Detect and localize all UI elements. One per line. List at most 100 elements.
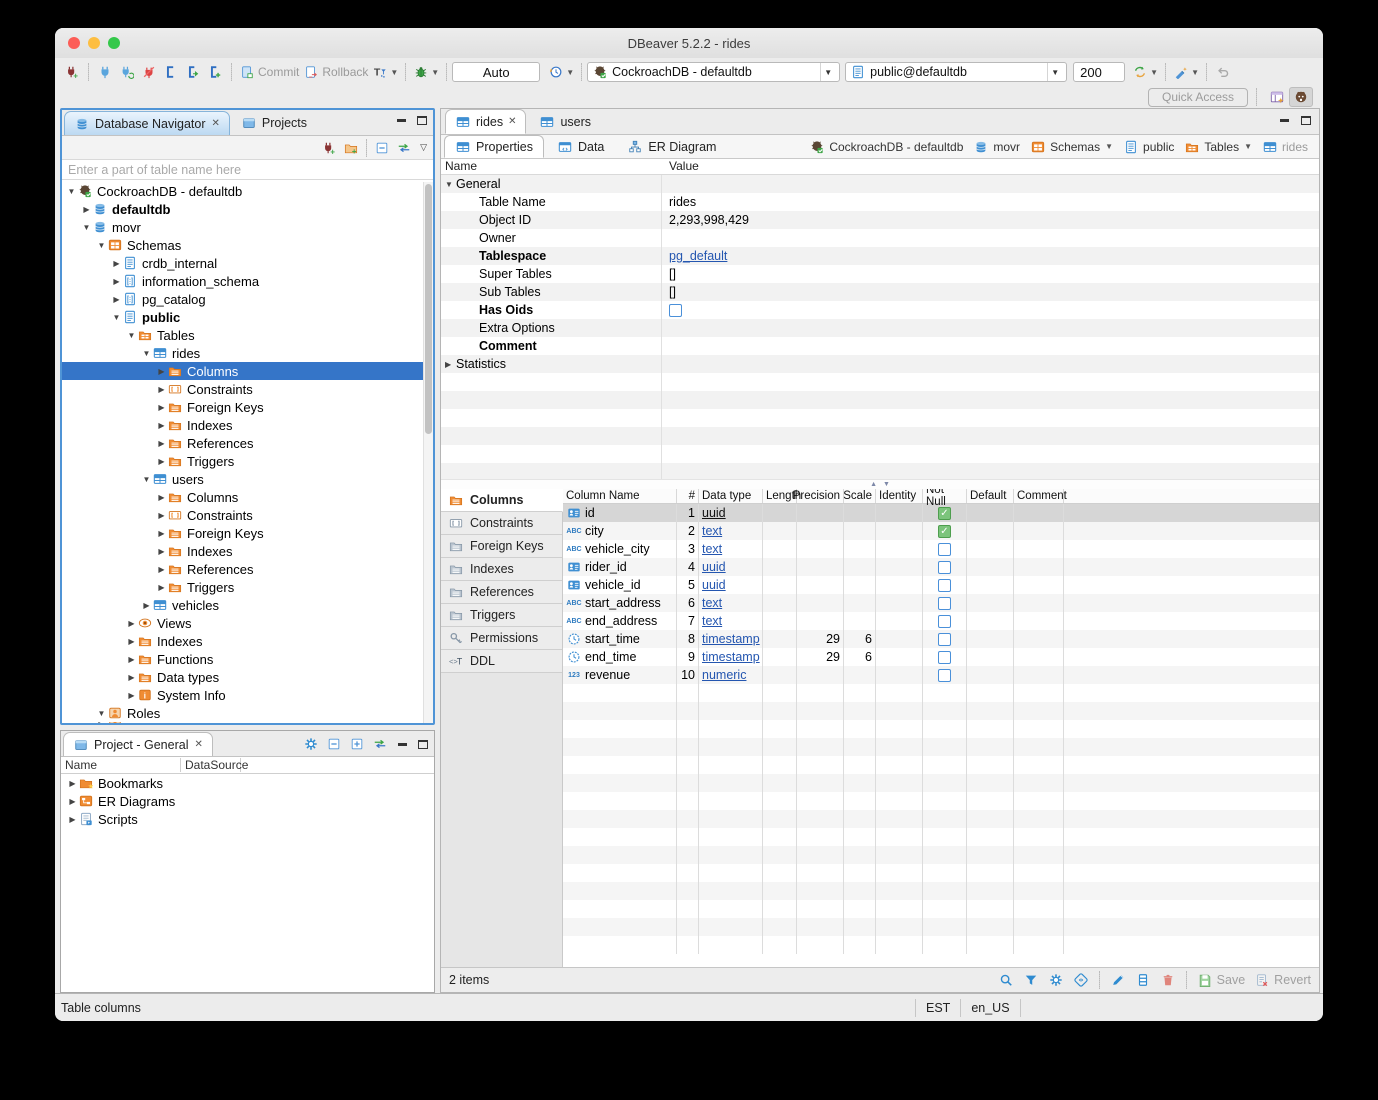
column-header-not-null[interactable]: Not Null [923,489,967,503]
sidebar-tab-permissions[interactable]: Permissions [441,627,562,650]
property-row-tablespace[interactable]: Tablespace pg_default [441,247,1319,265]
tree-item-system-info[interactable]: ▶ iSystem Info [62,686,433,704]
property-row-owner[interactable]: Owner [441,229,1319,247]
project-item-bookmarks[interactable]: ▶★Bookmarks [61,774,434,792]
column-header-identity[interactable]: Identity [876,489,923,503]
expand-arrow-icon[interactable]: ▶ [156,439,167,448]
expand-arrow-icon[interactable]: ▶ [81,205,92,214]
search-icon[interactable] [998,972,1014,988]
tree-item-users[interactable]: ▼ users [62,470,433,488]
tree-item-functions[interactable]: ▶ Functions [62,650,433,668]
locale-indicator[interactable]: en_US [961,999,1020,1017]
tree-item-vehicles[interactable]: ▶ vehicles [62,596,433,614]
tree-item-views[interactable]: ▶ Views [62,614,433,632]
expand-arrow-icon[interactable]: ▶ [445,360,456,369]
expand-arrow-icon[interactable]: ▶ [156,385,167,394]
delete-icon[interactable] [1160,972,1176,988]
not-null-checkbox[interactable] [938,561,951,574]
expand-arrow-icon[interactable]: ▶ [111,277,122,286]
magic-pencil-button[interactable]: ▼ [1171,61,1201,83]
filter-icon[interactable] [1023,972,1039,988]
property-row-statistics[interactable]: ▶Statistics [441,355,1319,373]
column-header-comment[interactable]: Comment [1014,489,1064,503]
data-type-link[interactable]: text [702,524,722,538]
connect-button[interactable] [94,61,116,83]
column-row-end_time[interactable]: end_time 9 timestamp 29 6 [563,648,1319,666]
column-row-start_time[interactable]: start_time 8 timestamp 29 6 [563,630,1319,648]
tree-item-triggers[interactable]: ▶ Triggers [62,578,433,596]
rollback-button[interactable]: Rollback [301,61,370,83]
history-button[interactable]: ▼ [546,61,576,83]
new-connection-button[interactable]: + [61,61,83,83]
fetch-size-input[interactable]: 200 [1073,62,1125,82]
not-null-checkbox[interactable] [938,615,951,628]
navigator-scrollbar[interactable] [423,182,433,723]
undo-button[interactable] [1212,61,1234,83]
property-row-sub-tables[interactable]: Sub Tables [] [441,283,1319,301]
expand-arrow-icon[interactable]: ▶ [156,367,167,376]
invalidate-connection-button[interactable] [116,61,138,83]
link-editor-icon[interactable] [396,140,412,156]
column-row-vehicle_id[interactable]: vehicle_id 5 uuid [563,576,1319,594]
tree-item-foreign-keys[interactable]: ▶ Foreign Keys [62,398,433,416]
project-item-er-diagrams[interactable]: ▶ER Diagrams [61,792,434,810]
not-null-checkbox[interactable] [938,543,951,556]
tree-item-triggers[interactable]: ▶ Triggers [62,452,433,470]
tree-item-references[interactable]: ▶ References [62,560,433,578]
breadcrumb-cockroachdb-defaultdb[interactable]: CockroachDB - defaultdb [806,139,966,155]
column-row-rider_id[interactable]: rider_id 4 uuid [563,558,1319,576]
table-filter-input[interactable]: Enter a part of table name here [62,160,433,180]
tree-item-public[interactable]: ▼ public [62,308,433,326]
link-editor-icon[interactable] [372,736,388,752]
editor-tab-users[interactable]: users [530,109,600,134]
data-type-link[interactable]: timestamp [702,632,760,646]
new-transaction-button[interactable] [182,61,204,83]
not-null-checkbox[interactable] [938,669,951,682]
collapse-all-icon[interactable] [374,140,390,156]
tab-project-general[interactable]: Project - General ✕ [63,732,213,756]
not-null-checkbox[interactable] [938,651,951,664]
tree-item-columns[interactable]: ▶ Columns [62,488,433,506]
data-type-link[interactable]: uuid [702,560,726,574]
breadcrumb-public[interactable]: public [1120,139,1177,155]
breadcrumb-tables[interactable]: Tables▼ [1181,139,1255,155]
tree-item-tables[interactable]: ▼ Tables [62,326,433,344]
sidebar-tab-constraints[interactable]: Constraints [441,512,562,535]
view-menu-icon[interactable]: ▽ [420,142,427,153]
expand-arrow-icon[interactable]: ▶ [126,673,137,682]
data-type-link[interactable]: numeric [702,668,746,682]
column-row-id[interactable]: id 1 uuid ✓ [563,504,1319,522]
expand-arrow-icon[interactable]: ▶ [126,619,137,628]
connection-combo[interactable]: CockroachDB - defaultdb ▼ [587,62,840,82]
schema-combo[interactable]: public@defaultdb ▼ [845,62,1067,82]
edit-icon[interactable] [1110,972,1126,988]
minimize-panel-icon[interactable] [395,739,409,750]
collapse-arrow-icon[interactable]: ▼ [141,349,152,358]
pane-splitter[interactable]: ▲▼ [441,479,1319,489]
close-tab-icon[interactable]: ✕ [508,116,516,127]
sidebar-tab-columns[interactable]: Columns [441,489,563,512]
editor-tab-rides[interactable]: rides✕ [445,109,526,134]
refresh-button[interactable]: ▼ [1130,61,1160,83]
close-tab-icon[interactable]: ✕ [211,118,219,129]
dbeaver-perspective-button[interactable] [1289,87,1313,107]
debug-button[interactable]: ▼ [411,61,441,83]
column-header-data-type[interactable]: Data type [699,489,763,503]
project-col-name[interactable]: Name [61,758,181,772]
expand-arrow-icon[interactable]: ▶ [67,797,78,806]
breadcrumb-schemas[interactable]: Schemas▼ [1027,139,1116,155]
tab-projects[interactable]: Projects [232,111,316,135]
new-connection-icon[interactable]: + [321,140,337,156]
collapse-arrow-icon[interactable]: ▼ [81,223,92,232]
collapse-arrow-icon[interactable]: ▼ [126,331,137,340]
add-transaction-button[interactable] [204,61,226,83]
tree-item-crdb-internal[interactable]: ▶ crdb_internal [62,254,433,272]
column-header-precision[interactable]: Precision [797,489,844,503]
has-oids-checkbox[interactable] [669,304,682,317]
timezone-indicator[interactable]: EST [915,999,961,1017]
maximize-editor-icon[interactable] [1299,115,1313,126]
project-col-datasource[interactable]: DataSource [181,758,241,772]
expand-arrow-icon[interactable]: ▶ [141,601,152,610]
collapse-arrow-icon[interactable]: ▼ [445,180,456,189]
expand-arrow-icon[interactable]: ▶ [156,565,167,574]
